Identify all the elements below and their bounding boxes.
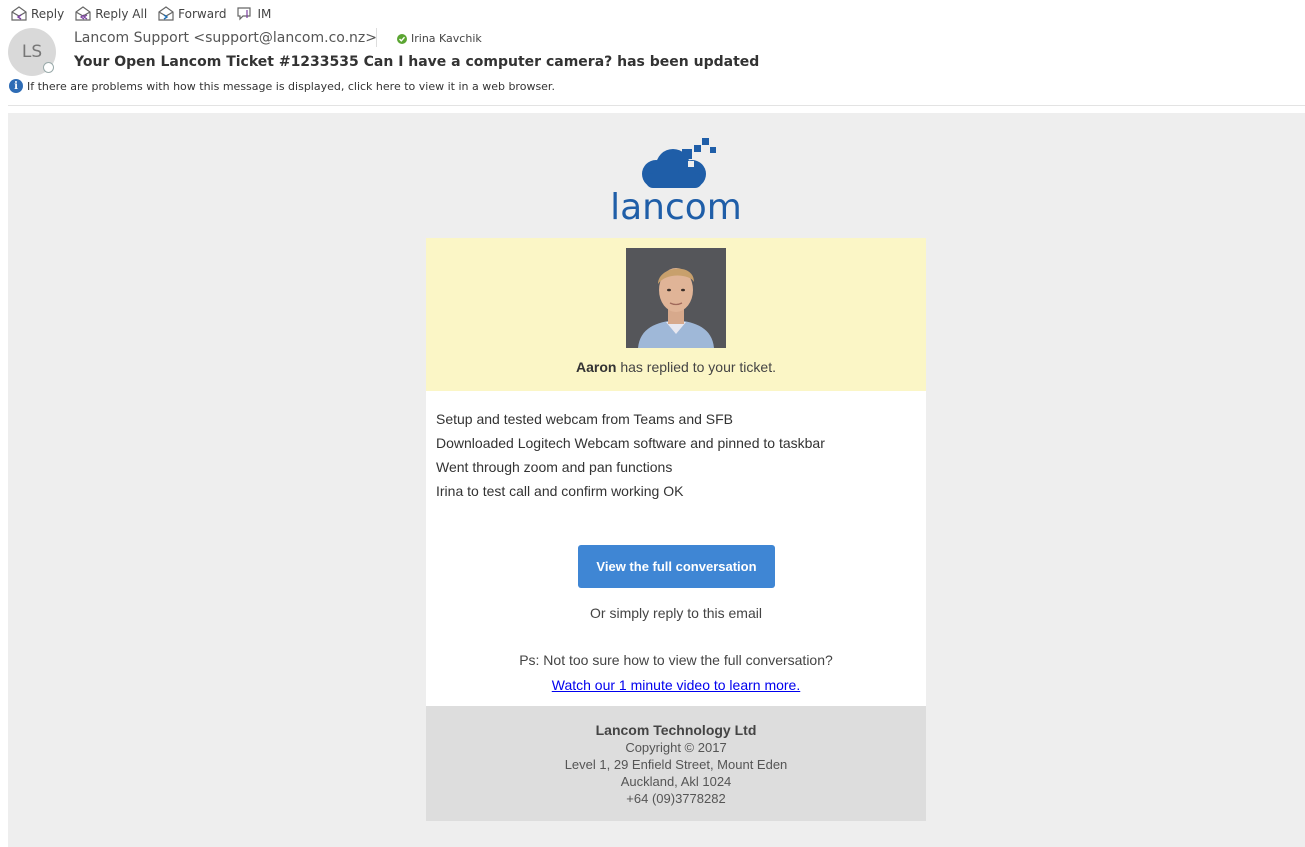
lancom-logo: lancom: [606, 135, 746, 228]
header-separator: [8, 105, 1305, 106]
reply-all-label: Reply All: [95, 7, 148, 21]
message-subject: Your Open Lancom Ticket #1233535 Can I h…: [74, 54, 760, 70]
presence-status-icon: [43, 62, 54, 73]
video-link[interactable]: Watch our 1 minute video to learn more.: [552, 677, 801, 693]
copyright: Copyright © 2017: [625, 740, 727, 755]
im-label: IM: [257, 7, 272, 21]
header-divider: [376, 28, 377, 47]
company-footer: Lancom Technology Ltd Copyright © 2017 L…: [426, 706, 926, 821]
info-icon: i: [9, 79, 23, 93]
recipient[interactable]: Irina Kavchik: [397, 32, 482, 45]
forward-label: Forward: [178, 7, 227, 21]
message-toolbar: Reply Reply All Forward IM: [10, 4, 271, 24]
cloud-logo-icon: [642, 138, 716, 188]
reply-notes: Setup and tested webcam from Teams and S…: [436, 407, 825, 503]
forward-icon: [158, 6, 174, 21]
reply-button[interactable]: Reply: [10, 6, 64, 22]
note-line: Setup and tested webcam from Teams and S…: [436, 411, 734, 427]
address-line-2: Auckland, Akl 1024: [620, 774, 732, 789]
logo-wordmark: lancom: [610, 187, 742, 228]
note-line: Downloaded Logitech Webcam software and …: [436, 435, 825, 451]
replier-name: Aaron: [576, 359, 617, 375]
avatar-initials: LS: [21, 42, 43, 62]
available-status-icon: [397, 33, 407, 44]
address-line-1: Level 1, 29 Enfield Street, Mount Eden: [564, 757, 788, 772]
info-bar-text: If there are problems with how this mess…: [27, 79, 555, 93]
agent-photo: [626, 248, 726, 348]
reply-banner: Aaron has replied to your ticket.: [426, 238, 926, 391]
replied-message: Aaron has replied to your ticket.: [426, 359, 926, 375]
reply-all-button[interactable]: Reply All: [74, 6, 147, 22]
reply-content: Setup and tested webcam from Teams and S…: [426, 391, 926, 706]
note-line: Went through zoom and pan functions: [436, 459, 673, 475]
reply-icon: [11, 6, 27, 21]
note-line: Irina to test call and confirm working O…: [436, 483, 684, 499]
ps-text: Ps: Not too sure how to view the full co…: [519, 652, 833, 668]
view-conversation-button[interactable]: View the full conversation: [578, 545, 775, 588]
im-chat-icon: [237, 7, 252, 21]
replied-text: has replied to your ticket.: [616, 359, 776, 375]
ticket-card: Aaron has replied to your ticket. Setup …: [426, 238, 926, 821]
im-button[interactable]: IM: [236, 6, 271, 22]
sender-address[interactable]: Lancom Support <support@lancom.co.nz>: [74, 30, 377, 46]
reply-hint: Or simply reply to this email: [590, 605, 762, 621]
reply-all-icon: [75, 6, 91, 21]
email-body: lancom Aaron has replied to your ticket.: [8, 113, 1305, 847]
phone-number: +64 (09)3778282: [626, 791, 726, 806]
recipient-name: Irina Kavchik: [411, 32, 482, 45]
company-name: Lancom Technology Ltd: [595, 722, 757, 738]
info-bar[interactable]: i If there are problems with how this me…: [9, 79, 555, 93]
forward-button[interactable]: Forward: [157, 6, 226, 22]
reply-label: Reply: [31, 7, 65, 21]
